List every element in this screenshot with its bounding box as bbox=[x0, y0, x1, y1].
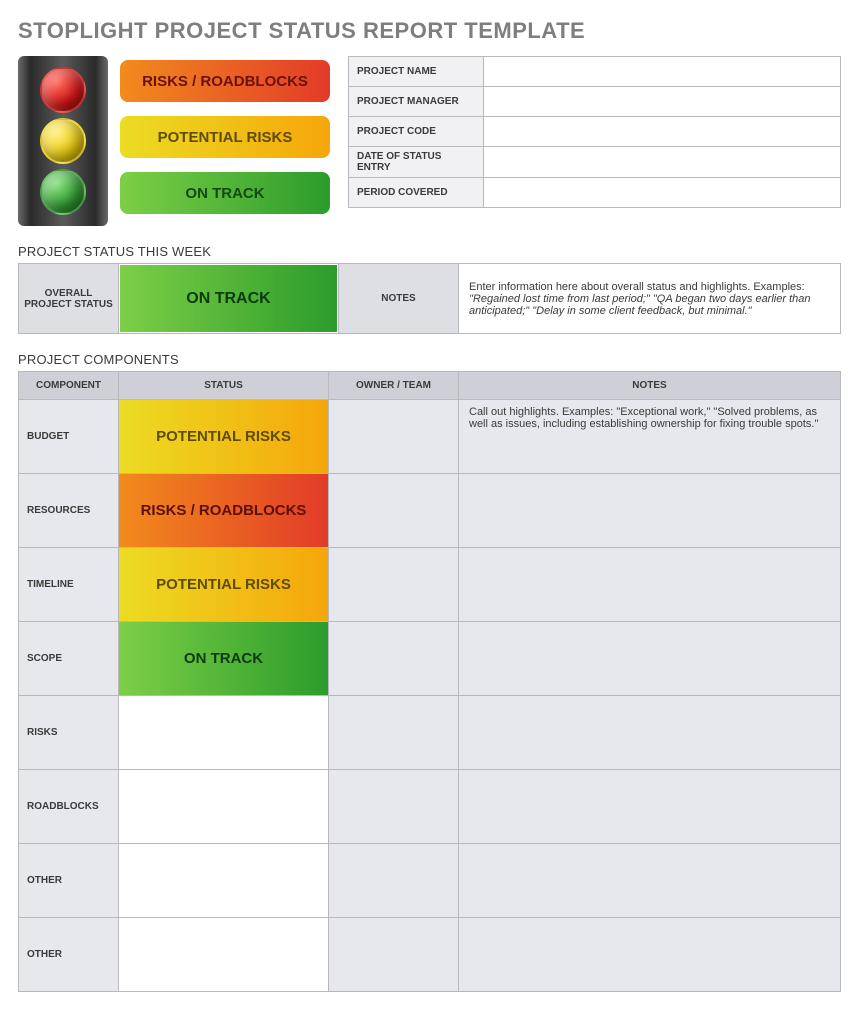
table-row: OTHER bbox=[19, 844, 841, 918]
meta-row: PROJECT MANAGER bbox=[349, 87, 841, 117]
table-row: OTHER bbox=[19, 918, 841, 992]
component-notes[interactable] bbox=[459, 918, 841, 992]
status-week-table: OVERALL PROJECT STATUS ON TRACK NOTES En… bbox=[18, 263, 841, 334]
component-notes[interactable] bbox=[459, 770, 841, 844]
project-meta: PROJECT NAMEPROJECT MANAGERPROJECT CODED… bbox=[348, 56, 841, 208]
component-status-cell[interactable]: POTENTIAL RISKS bbox=[119, 400, 329, 474]
overall-status-value: ON TRACK bbox=[120, 265, 337, 332]
notes-examples: "Regained lost time from last period;" "… bbox=[469, 293, 810, 317]
overall-status-cell[interactable]: ON TRACK bbox=[119, 264, 339, 334]
component-name: SCOPE bbox=[19, 622, 119, 696]
legend-red: RISKS / ROADBLOCKS bbox=[120, 60, 330, 102]
table-row: SCOPEON TRACK bbox=[19, 622, 841, 696]
meta-row: DATE OF STATUS ENTRY bbox=[349, 147, 841, 178]
meta-value[interactable] bbox=[484, 147, 841, 178]
component-status-cell[interactable]: ON TRACK bbox=[119, 622, 329, 696]
overall-status-label: OVERALL PROJECT STATUS bbox=[19, 264, 119, 334]
meta-label: PROJECT NAME bbox=[349, 57, 484, 87]
component-name: BUDGET bbox=[19, 400, 119, 474]
top-section: RISKS / ROADBLOCKS POTENTIAL RISKS ON TR… bbox=[18, 56, 841, 226]
component-status-value: RISKS / ROADBLOCKS bbox=[119, 474, 328, 547]
component-name: OTHER bbox=[19, 844, 119, 918]
meta-label: PERIOD COVERED bbox=[349, 178, 484, 208]
components-table: COMPONENT STATUS OWNER / TEAM NOTES BUDG… bbox=[18, 371, 841, 992]
component-notes[interactable] bbox=[459, 622, 841, 696]
col-status: STATUS bbox=[119, 372, 329, 400]
stoplight-icon bbox=[18, 56, 108, 226]
component-owner[interactable] bbox=[329, 918, 459, 992]
component-status-cell[interactable] bbox=[119, 770, 329, 844]
legend-pills: RISKS / ROADBLOCKS POTENTIAL RISKS ON TR… bbox=[120, 56, 330, 214]
table-row: BUDGETPOTENTIAL RISKS Call out highlights… bbox=[19, 400, 841, 474]
page-title: STOPLIGHT PROJECT STATUS REPORT TEMPLATE bbox=[18, 18, 841, 44]
status-week-heading: PROJECT STATUS THIS WEEK bbox=[18, 244, 841, 259]
component-owner[interactable] bbox=[329, 770, 459, 844]
component-name: ROADBLOCKS bbox=[19, 770, 119, 844]
table-row: RISKS bbox=[19, 696, 841, 770]
components-heading: PROJECT COMPONENTS bbox=[18, 352, 841, 367]
table-row: RESOURCESRISKS / ROADBLOCKS bbox=[19, 474, 841, 548]
table-row: TIMELINEPOTENTIAL RISKS bbox=[19, 548, 841, 622]
component-owner[interactable] bbox=[329, 622, 459, 696]
component-status-cell[interactable]: POTENTIAL RISKS bbox=[119, 548, 329, 622]
green-lamp-icon bbox=[40, 169, 86, 215]
meta-value[interactable] bbox=[484, 178, 841, 208]
component-name: TIMELINE bbox=[19, 548, 119, 622]
col-notes: NOTES bbox=[459, 372, 841, 400]
component-status-cell[interactable]: RISKS / ROADBLOCKS bbox=[119, 474, 329, 548]
legend-yellow: POTENTIAL RISKS bbox=[120, 116, 330, 158]
component-notes[interactable] bbox=[459, 844, 841, 918]
yellow-lamp-icon bbox=[40, 118, 86, 164]
component-status-cell[interactable] bbox=[119, 918, 329, 992]
component-status-value: ON TRACK bbox=[119, 622, 328, 695]
notes-label: NOTES bbox=[339, 264, 459, 334]
component-notes[interactable] bbox=[459, 696, 841, 770]
component-owner[interactable] bbox=[329, 696, 459, 770]
component-owner[interactable] bbox=[329, 474, 459, 548]
component-notes[interactable]: Call out highlights. Examples: "Exceptio… bbox=[459, 400, 841, 474]
component-status-value: POTENTIAL RISKS bbox=[119, 400, 328, 473]
legend-green: ON TRACK bbox=[120, 172, 330, 214]
meta-label: PROJECT MANAGER bbox=[349, 87, 484, 117]
meta-value[interactable] bbox=[484, 57, 841, 87]
col-component: COMPONENT bbox=[19, 372, 119, 400]
col-owner: OWNER / TEAM bbox=[329, 372, 459, 400]
notes-intro: Enter information here about overall sta… bbox=[469, 281, 805, 293]
component-name: RESOURCES bbox=[19, 474, 119, 548]
component-status-cell[interactable] bbox=[119, 844, 329, 918]
component-status-value: POTENTIAL RISKS bbox=[119, 548, 328, 621]
component-owner[interactable] bbox=[329, 400, 459, 474]
legend: RISKS / ROADBLOCKS POTENTIAL RISKS ON TR… bbox=[18, 56, 330, 226]
component-notes[interactable] bbox=[459, 474, 841, 548]
meta-row: PROJECT NAME bbox=[349, 57, 841, 87]
table-row: ROADBLOCKS bbox=[19, 770, 841, 844]
meta-row: PERIOD COVERED bbox=[349, 178, 841, 208]
component-name: OTHER bbox=[19, 918, 119, 992]
red-lamp-icon bbox=[40, 67, 86, 113]
component-notes[interactable] bbox=[459, 548, 841, 622]
meta-label: PROJECT CODE bbox=[349, 117, 484, 147]
component-status-cell[interactable] bbox=[119, 696, 329, 770]
status-week-notes[interactable]: Enter information here about overall sta… bbox=[459, 264, 841, 334]
meta-row: PROJECT CODE bbox=[349, 117, 841, 147]
meta-table: PROJECT NAMEPROJECT MANAGERPROJECT CODED… bbox=[348, 56, 841, 208]
component-owner[interactable] bbox=[329, 844, 459, 918]
component-name: RISKS bbox=[19, 696, 119, 770]
meta-value[interactable] bbox=[484, 117, 841, 147]
component-owner[interactable] bbox=[329, 548, 459, 622]
meta-label: DATE OF STATUS ENTRY bbox=[349, 147, 484, 178]
meta-value[interactable] bbox=[484, 87, 841, 117]
